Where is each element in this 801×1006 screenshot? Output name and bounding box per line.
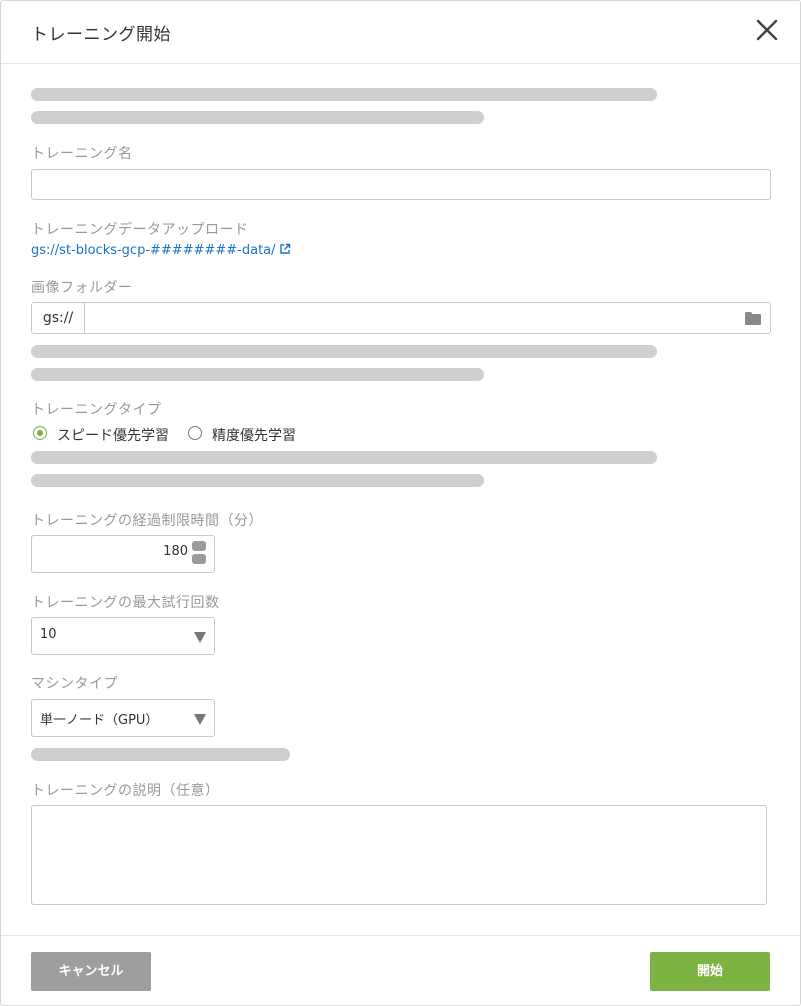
time-limit-input[interactable]: 180 <box>31 535 215 573</box>
skeleton-line <box>31 88 657 101</box>
dropdown-arrow-icon <box>194 714 206 725</box>
training-dialog: トレーニング開始 トレーニング名 トレーニングデータアップロード gs://st… <box>0 0 801 1006</box>
cancel-button[interactable]: キャンセル <box>31 952 151 991</box>
image-folder-input[interactable] <box>85 303 736 333</box>
dialog-title: トレーニング開始 <box>31 25 171 45</box>
skeleton-line <box>31 474 484 487</box>
dialog-header: トレーニング開始 <box>1 1 800 64</box>
increment-button[interactable] <box>192 541 206 551</box>
max-trials-value: 10 <box>40 627 57 642</box>
max-trials-label: トレーニングの最大試行回数 <box>31 595 220 611</box>
skeleton-line <box>31 345 657 358</box>
description-textarea[interactable] <box>31 805 767 905</box>
radio-accuracy-priority-label: 精度優先学習 <box>212 428 296 444</box>
close-icon <box>756 19 778 41</box>
training-data-label: トレーニングデータアップロード <box>31 222 249 238</box>
training-data-link[interactable]: gs://st-blocks-gcp-########-data/ <box>31 243 291 258</box>
machine-type-label: マシンタイプ <box>31 676 118 692</box>
machine-type-value: 単一ノード（GPU） <box>40 713 159 728</box>
description-label: トレーニングの説明（任意） <box>31 783 220 799</box>
skeleton-line <box>31 111 484 124</box>
radio-circle <box>33 426 47 440</box>
start-button[interactable]: 開始 <box>650 952 770 991</box>
gs-prefix: gs:// <box>32 303 85 333</box>
radio-circle <box>188 426 202 440</box>
time-limit-value: 180 <box>163 544 188 559</box>
decrement-button[interactable] <box>192 554 206 564</box>
dialog-footer: キャンセル 開始 <box>1 935 800 1005</box>
image-folder-label: 画像フォルダー <box>31 280 133 296</box>
skeleton-line <box>31 748 290 761</box>
image-folder-field: gs:// <box>31 302 771 334</box>
training-name-label: トレーニング名 <box>31 146 133 162</box>
folder-icon <box>745 312 761 325</box>
close-button[interactable] <box>754 17 780 43</box>
skeleton-line <box>31 368 484 381</box>
skeleton-line <box>31 451 657 464</box>
external-link-icon <box>279 243 290 254</box>
training-name-input[interactable] <box>31 169 771 200</box>
radio-speed-priority-label: スピード優先学習 <box>57 428 169 444</box>
training-data-link-text: gs://st-blocks-gcp-########-data/ <box>31 243 276 258</box>
machine-type-select[interactable]: 単一ノード（GPU） <box>31 699 215 737</box>
dropdown-arrow-icon <box>194 632 206 643</box>
training-type-label: トレーニングタイプ <box>31 402 162 418</box>
max-trials-select[interactable]: 10 <box>31 617 215 655</box>
folder-browse-button[interactable] <box>744 311 762 330</box>
time-limit-label: トレーニングの経過制限時間（分） <box>31 513 263 529</box>
